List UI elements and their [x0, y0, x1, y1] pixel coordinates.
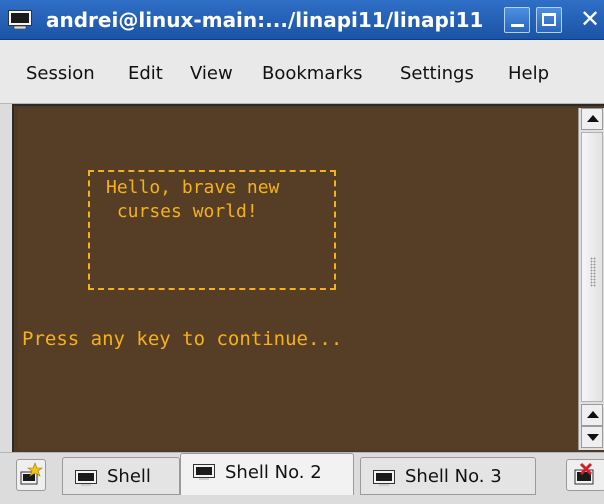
close-icon: ✕ — [580, 5, 601, 33]
scroll-down-button[interactable] — [581, 426, 603, 448]
menu-view[interactable]: View — [190, 62, 233, 86]
window-title: andrei@linux-main:.../linapi11/linapi11 — [46, 8, 484, 32]
minimize-icon — [511, 24, 524, 27]
menu-settings[interactable]: Settings — [400, 62, 474, 86]
grip-icon — [590, 257, 596, 287]
continue-prompt: Press any key to continue... — [22, 328, 343, 350]
arrow-up-icon — [587, 411, 599, 418]
close-button[interactable]: ✕ — [572, 5, 604, 33]
scroll-up-button-lower[interactable] — [581, 404, 603, 426]
scrollbar-thumb[interactable] — [581, 132, 603, 402]
maximize-button[interactable] — [536, 7, 562, 33]
tab-shell-no-3-label: Shell No. 3 — [405, 466, 502, 487]
close-tab-icon — [574, 462, 594, 485]
terminal-icon — [373, 470, 395, 486]
scroll-up-button[interactable] — [581, 108, 603, 130]
terminal-icon — [193, 464, 215, 480]
arrow-down-icon — [587, 434, 599, 441]
vertical-scrollbar[interactable] — [578, 108, 604, 450]
menu-bar: Session Edit View Bookmarks Settings Hel… — [0, 40, 604, 104]
maximize-icon — [542, 13, 556, 26]
menu-session[interactable]: Session — [26, 62, 95, 86]
title-bar[interactable]: andrei@linux-main:.../linapi11/linapi11 … — [0, 0, 604, 40]
box-text-line-1: Hello, brave new — [106, 177, 280, 198]
tab-shell-no-3[interactable]: Shell No. 3 — [360, 457, 536, 495]
tab-shell-no-2-label: Shell No. 2 — [225, 462, 322, 483]
terminal-icon — [8, 10, 32, 29]
tab-shell[interactable]: Shell — [62, 457, 180, 495]
minimize-button[interactable] — [504, 7, 530, 33]
tab-shell-label: Shell — [107, 466, 151, 487]
menu-bookmarks[interactable]: Bookmarks — [262, 62, 363, 86]
terminal-area[interactable]: Hello, brave new curses world! Press any… — [18, 108, 578, 450]
box-text-line-2: curses world! — [106, 201, 258, 222]
tab-shell-no-2[interactable]: Shell No. 2 — [180, 453, 354, 495]
menu-edit[interactable]: Edit — [128, 62, 163, 86]
tab-bar: Shell Shell No. 2 Shell No. 3 — [0, 452, 604, 504]
close-tab-button[interactable] — [566, 459, 604, 491]
new-tab-icon — [20, 462, 43, 485]
menu-help[interactable]: Help — [508, 62, 549, 86]
arrow-up-icon — [587, 115, 599, 122]
terminal-icon — [75, 470, 97, 486]
new-tab-button[interactable] — [16, 459, 46, 491]
